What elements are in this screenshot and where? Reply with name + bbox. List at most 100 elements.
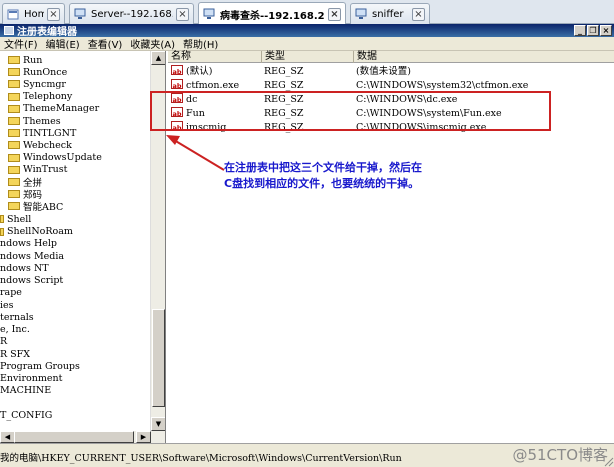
tree-item[interactable]: Environment — [0, 373, 62, 385]
column-header-type[interactable]: 类型 — [262, 51, 354, 63]
scroll-down-arrow-icon[interactable]: ▼ — [151, 417, 165, 431]
tree-item-label: 智能ABC — [23, 202, 64, 214]
folder-icon — [8, 68, 20, 77]
tree-item-label: Program Groups — [0, 360, 80, 372]
close-button[interactable]: × — [600, 25, 612, 36]
close-icon[interactable]: × — [47, 7, 60, 21]
status-path: 我的电脑\HKEY_CURRENT_USER\Software\Microsof… — [0, 453, 402, 464]
scrollbar-thumb[interactable] — [14, 431, 134, 443]
tree-item-label: Webcheck — [23, 139, 72, 151]
watermark: @51CTO博客 — [512, 446, 608, 464]
folder-icon — [8, 92, 20, 101]
tree-item[interactable]: TINTLGNT — [8, 127, 76, 139]
menu-edit[interactable]: 编辑(E) — [42, 36, 84, 51]
value-data: (数值未设置) — [356, 66, 411, 77]
tree-item[interactable]: R SFX — [0, 348, 30, 360]
tab-label: sniffer — [372, 8, 404, 20]
close-icon[interactable]: × — [328, 7, 341, 21]
tree-item-label: ternals — [0, 311, 34, 323]
tree-item[interactable]: 全拼 — [8, 176, 42, 189]
tree-item-label: Syncmgr — [23, 78, 66, 90]
menu-view[interactable]: 查看(V) — [84, 36, 127, 51]
tree-item[interactable]: 智能ABC — [8, 200, 64, 214]
remote-desktop-icon — [203, 8, 215, 19]
highlight-box — [150, 91, 551, 131]
tree-item-label: TINTLGNT — [23, 127, 77, 139]
tab-home[interactable]: Home × — [2, 3, 65, 24]
tree-item[interactable]: R — [0, 336, 7, 348]
tree-item-label: R — [0, 336, 8, 348]
value-type: REG_SZ — [264, 66, 304, 77]
restore-button[interactable]: ❐ — [587, 25, 599, 36]
scroll-up-arrow-icon[interactable]: ▲ — [151, 51, 165, 65]
tree-item[interactable]: WinTrust — [8, 164, 67, 176]
tree-item[interactable]: ndows Media — [0, 250, 64, 262]
registry-editor-icon — [4, 26, 14, 35]
tree-item[interactable]: e, Inc. — [0, 324, 30, 336]
resize-grip-icon[interactable] — [602, 455, 614, 467]
tree-item[interactable]: rape — [0, 287, 22, 299]
close-icon[interactable]: × — [412, 7, 425, 21]
tree-item[interactable]: WindowsUpdate — [8, 152, 102, 164]
tree-item[interactable]: ndows NT — [0, 262, 49, 274]
annotation-line: C盘找到相应的文件，也要统统的干掉。 — [224, 177, 420, 190]
tree-item-label: R SFX — [0, 348, 31, 360]
tree-item-label: ndows Help — [0, 238, 57, 250]
list-item[interactable]: ab (默认) REG_SZ (数值未设置) — [168, 65, 608, 78]
tree-item[interactable]: 郑码 — [8, 188, 42, 201]
scrollbar-thumb[interactable] — [152, 309, 165, 407]
value-name: (默认) — [186, 66, 213, 77]
scroll-right-arrow-icon[interactable]: ▶ — [136, 431, 151, 443]
tree-item-label: WinTrust — [23, 164, 68, 176]
folder-icon — [8, 190, 20, 199]
tree-item[interactable]: Telephony — [8, 91, 72, 103]
tree-item[interactable]: Program Groups — [0, 360, 80, 372]
folder-icon — [8, 153, 20, 162]
minimize-button[interactable]: _ — [574, 25, 586, 36]
tree-item[interactable]: T_CONFIG — [0, 409, 52, 421]
tab-server[interactable]: Server--192.168.2.4 × — [69, 3, 194, 24]
tab-virus-scan[interactable]: 病毒查杀--192.168.2.214 × — [198, 2, 346, 25]
tree-item-label: ndows Media — [0, 250, 65, 262]
menu-favorites[interactable]: 收藏夹(A) — [126, 36, 179, 51]
tree-item-label: ThemeManager — [23, 103, 100, 115]
folder-icon — [8, 80, 20, 89]
tree-item[interactable]: ndows Script — [0, 275, 63, 287]
folder-icon — [8, 129, 20, 138]
tree-item-label: rape — [0, 287, 22, 299]
tab-sniffer[interactable]: sniffer × — [350, 3, 430, 24]
scroll-left-arrow-icon[interactable]: ◀ — [0, 431, 15, 443]
tab-bar: Home × Server--192.168.2.4 × 病毒查杀--192.1… — [0, 0, 614, 25]
close-icon[interactable]: × — [176, 7, 189, 21]
tree-item[interactable]: RunOnce — [8, 66, 67, 78]
folder-icon — [8, 117, 20, 125]
folder-icon — [8, 141, 20, 150]
status-bar: 我的电脑\HKEY_CURRENT_USER\Software\Microsof… — [0, 443, 614, 467]
tree-item[interactable]: ndows Help — [0, 238, 57, 250]
tree-item-label: Run — [23, 54, 43, 66]
tree-item[interactable]: ShellNoRoam — [0, 226, 73, 238]
column-header-data[interactable]: 数据 — [354, 51, 614, 63]
tree-item[interactable]: ies — [0, 299, 14, 311]
tree-item[interactable]: Run — [8, 54, 42, 66]
tree-item[interactable]: Themes — [8, 115, 61, 127]
tree-item[interactable]: Webcheck — [8, 139, 72, 151]
registry-key-tree: Run RunOnce Syncmgr Telephony ThemeManager Th… — [0, 51, 166, 443]
tree-item[interactable]: Shell — [0, 213, 31, 225]
tree-item[interactable]: ThemeManager — [8, 103, 99, 115]
menu-help[interactable]: 帮助(H) — [179, 36, 222, 51]
menu-file[interactable]: 文件(F) — [0, 36, 42, 51]
string-value-icon: ab — [171, 65, 183, 76]
tree-item[interactable]: ternals — [0, 311, 34, 323]
tree-item[interactable]: MACHINE — [0, 385, 51, 397]
tree-item-label: Shell — [7, 213, 32, 225]
column-header-name[interactable]: 名称 — [168, 51, 262, 63]
string-value-icon: ab — [171, 79, 183, 90]
tab-label: Home — [24, 8, 44, 20]
tree-item[interactable]: Syncmgr — [8, 78, 66, 90]
tree-item-label: e, Inc. — [0, 324, 30, 335]
tree-horizontal-scrollbar[interactable]: ◀ ▶ — [0, 431, 165, 443]
folder-icon — [8, 202, 20, 211]
tree-item-label: MACHINE — [0, 385, 52, 397]
menu-bar: 文件(F) 编辑(E) 查看(V) 收藏夹(A) 帮助(H) — [0, 37, 614, 51]
